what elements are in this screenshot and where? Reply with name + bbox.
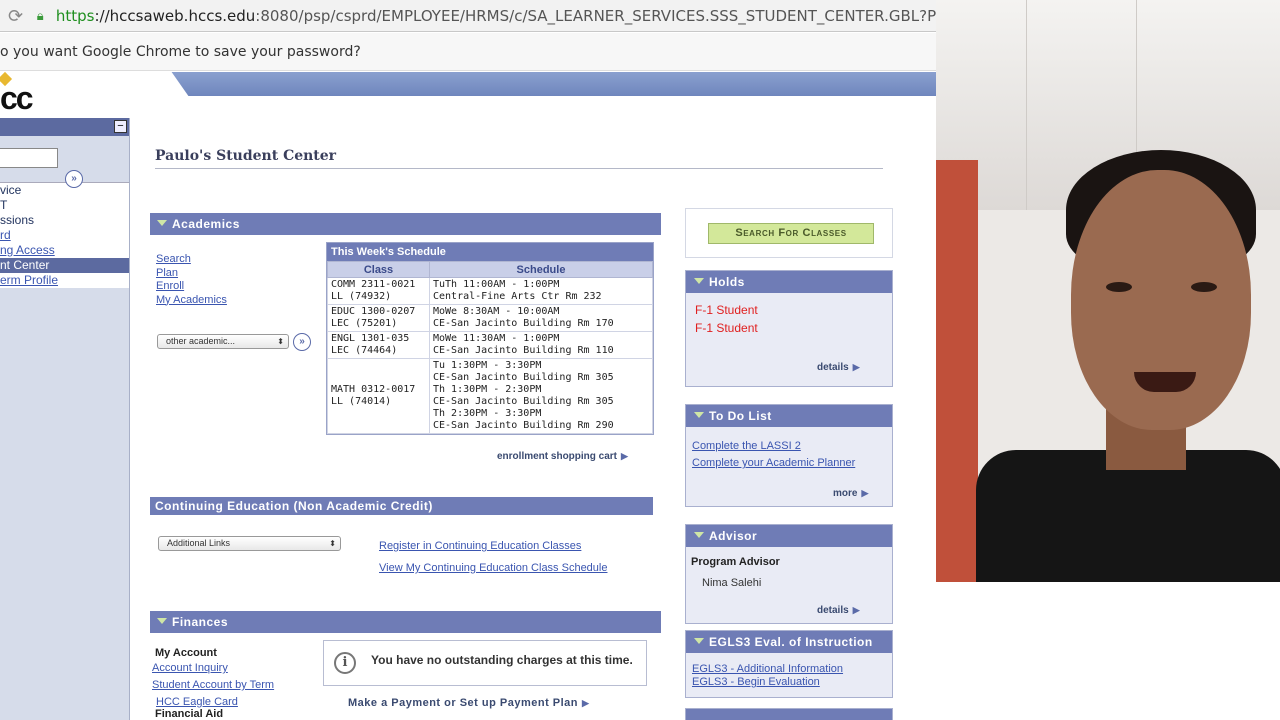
menu-search-input[interactable] [0, 148, 58, 168]
save-password-prompt: o you want Google Chrome to save your pa… [0, 43, 361, 60]
select-arrow-icon: ⬍ [329, 539, 336, 548]
todo-header[interactable]: To Do List [686, 405, 892, 427]
no-charges-info: i You have no outstanding charges at thi… [323, 640, 647, 686]
table-row: ENGL 1301-035 LEC (74464) MoWe 11:30AM - … [327, 331, 653, 359]
arrow-right-icon: ▶ [621, 451, 628, 461]
banner-stripe [160, 72, 936, 96]
holds-panel: Holds F-1 Student F-1 Student details ▶ [685, 270, 893, 387]
menu-item[interactable]: rd [0, 228, 129, 243]
address-bar[interactable]: ⟳ 🔒︎ https://hccsaweb.hccs.edu:8080/psp/… [0, 0, 936, 32]
arrow-right-icon: ▶ [582, 698, 590, 708]
academic-go-icon[interactable]: » [293, 333, 311, 351]
egls-panel: EGLS3 Eval. of Instruction EGLS3 - Addit… [685, 630, 893, 698]
other-academic-select[interactable]: other academic... ⬍ [157, 334, 289, 349]
register-ce-link[interactable]: Register in Continuing Education Classes [379, 540, 581, 552]
arrow-right-icon: ▶ [861, 488, 869, 498]
student-account-by-term-link[interactable]: Student Account by Term [152, 679, 274, 691]
weekly-schedule: This Week's Schedule Class Schedule COMM… [326, 242, 654, 435]
menu-item[interactable]: ng Access [0, 243, 129, 258]
advisor-role: Program Advisor [691, 556, 780, 568]
menu-search: » [0, 136, 129, 188]
reload-icon[interactable]: ⟳ [8, 6, 27, 26]
arrow-right-icon: ▶ [852, 605, 860, 615]
holds-header[interactable]: Holds [686, 271, 892, 293]
next-panel-header [685, 708, 893, 720]
info-icon: i [334, 652, 356, 674]
advisor-header[interactable]: Advisor [686, 525, 892, 547]
menu-search-go-icon[interactable]: » [65, 170, 83, 188]
webcam-wall [936, 160, 978, 582]
egls-info-link[interactable]: EGLS3 - Additional Information [692, 663, 843, 675]
enroll-link[interactable]: Enroll [156, 280, 184, 292]
menu-item-student-center[interactable]: nt Center [0, 258, 129, 273]
menu-item[interactable]: ssions [0, 213, 129, 228]
hold-item[interactable]: F-1 Student [695, 319, 892, 337]
schedule-title: This Week's Schedule [327, 243, 653, 261]
collapse-icon[interactable]: − [114, 120, 127, 133]
todo-lassi-link[interactable]: Complete the LASSI 2 [692, 440, 801, 452]
title-divider [155, 168, 883, 169]
left-menu-list: vice T ssions rd ng Access nt Center erm… [0, 182, 129, 288]
menu-item[interactable]: T [0, 198, 129, 213]
lock-icon: 🔒︎ [36, 7, 44, 23]
additional-links-select[interactable]: Additional Links ⬍ [158, 536, 341, 551]
collapse-triangle-icon [694, 638, 704, 644]
enrollment-cart-link[interactable]: enrollment shopping cart ▶ [497, 451, 628, 462]
my-account-label: My Account [155, 647, 217, 659]
view-ce-schedule-link[interactable]: View My Continuing Education Class Sched… [379, 562, 607, 574]
arrow-right-icon: ▶ [852, 362, 860, 372]
schedule-table: Class Schedule COMM 2311-0021 LL (74932) … [327, 261, 653, 434]
advisor-details-link[interactable]: details ▶ [817, 605, 860, 616]
search-for-classes-button[interactable]: Search For Classes [708, 223, 874, 244]
todo-planner-link[interactable]: Complete your Academic Planner [692, 457, 855, 469]
collapse-triangle-icon [157, 618, 167, 624]
hcc-logo: cc [0, 80, 34, 116]
account-inquiry-link[interactable]: Account Inquiry [152, 662, 228, 674]
hold-item[interactable]: F-1 Student [695, 301, 892, 319]
financial-aid-label: Financial Aid [155, 708, 224, 720]
page-title: Paulo's Student Center [155, 148, 337, 164]
my-academics-link[interactable]: My Academics [156, 294, 227, 306]
page-banner [0, 72, 936, 116]
advisor-panel: Advisor Program Advisor Nima Salehi deta… [685, 524, 893, 624]
table-row: EDUC 1300-0207 LEC (75201) MoWe 8:30AM - … [327, 304, 653, 332]
eagle-card-link[interactable]: HCC Eagle Card [156, 696, 238, 708]
menu-item[interactable]: vice [0, 183, 129, 198]
advisor-name: Nima Salehi [702, 577, 762, 589]
egls-header[interactable]: EGLS3 Eval. of Instruction [686, 631, 892, 653]
collapse-triangle-icon [694, 532, 704, 538]
plan-link[interactable]: Plan [156, 267, 178, 279]
collapse-triangle-icon [157, 220, 167, 226]
webcam-overlay [936, 0, 1280, 582]
ce-header[interactable]: Continuing Education (Non Academic Credi… [150, 497, 653, 515]
save-password-bar: o you want Google Chrome to save your pa… [0, 33, 936, 71]
menu-item[interactable]: erm Profile [0, 273, 129, 288]
finances-header[interactable]: Finances [150, 611, 661, 633]
url-text[interactable]: https://hccsaweb.hccs.edu:8080/psp/csprd… [56, 7, 936, 25]
holds-details-link[interactable]: details ▶ [817, 362, 860, 373]
academics-links: Search Plan Enroll My Academics [156, 252, 227, 306]
class-column-header: Class [327, 261, 430, 278]
academics-header[interactable]: Academics [150, 213, 661, 235]
egls-evaluation-link[interactable]: EGLS3 - Begin Evaluation [692, 676, 820, 688]
collapse-triangle-icon [694, 412, 704, 418]
search-link[interactable]: Search [156, 253, 191, 265]
todo-panel: To Do List Complete the LASSI 2 Complete… [685, 404, 893, 507]
table-row: COMM 2311-0021 LL (74932) TuTh 11:00AM - … [327, 277, 653, 305]
schedule-column-header: Schedule [429, 261, 653, 278]
todo-more-link[interactable]: more ▶ [833, 488, 868, 499]
left-menu: − » vice T ssions rd ng Access nt Center… [0, 118, 130, 720]
table-row: MATH 0312-0017 LL (74014) Tu 1:30PM - 3:3… [327, 358, 653, 434]
left-menu-header: − [0, 118, 129, 136]
collapse-triangle-icon [694, 278, 704, 284]
payment-link[interactable]: Make a Payment or Set up Payment Plan ▶ [348, 697, 589, 709]
select-arrow-icon: ⬍ [277, 337, 284, 346]
